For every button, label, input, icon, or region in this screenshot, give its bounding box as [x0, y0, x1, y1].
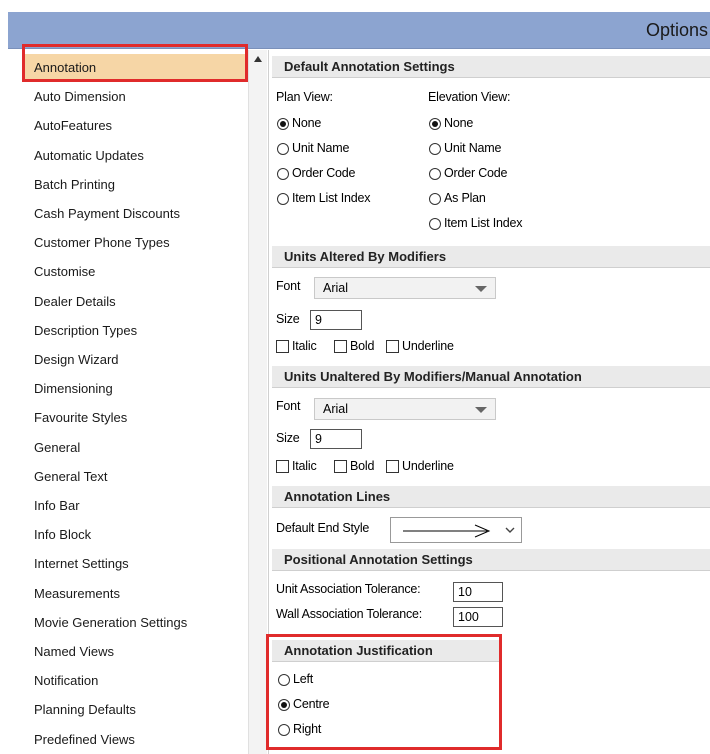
elevation-label-order-code: Order Code	[444, 166, 508, 180]
chevron-down-icon	[505, 527, 515, 533]
altered-font-value: Arial	[323, 281, 349, 295]
unaltered-font-value: Arial	[323, 402, 349, 416]
altered-font-label: Font	[276, 279, 301, 293]
annotation-lines-header: Annotation Lines	[272, 486, 710, 508]
arrow-line-icon	[403, 524, 491, 538]
wall-tolerance-field[interactable]: 100	[453, 607, 503, 627]
unaltered-bold-label: Bold	[350, 459, 375, 473]
sidebar-item-batch-printing[interactable]: Batch Printing	[22, 171, 248, 199]
units-unaltered-header: Units Unaltered By Modifiers/Manual Anno…	[272, 366, 710, 388]
sidebar-item-description-types[interactable]: Description Types	[22, 317, 248, 345]
sidebar-item-measurements[interactable]: Measurements	[22, 580, 248, 608]
plan-view-label: Plan View:	[276, 90, 333, 104]
plan-radio-item-list-index[interactable]	[277, 193, 289, 205]
unaltered-bold-checkbox[interactable]	[334, 460, 347, 473]
sidebar-item-general[interactable]: General	[22, 434, 248, 462]
elevation-radio-item-list-index[interactable]	[429, 218, 441, 230]
plan-radio-none[interactable]	[277, 118, 289, 130]
sidebar-item-notification[interactable]: Notification	[22, 667, 248, 695]
sidebar-item-internet-settings[interactable]: Internet Settings	[22, 550, 248, 578]
elevation-radio-none[interactable]	[429, 118, 441, 130]
elevation-view-label: Elevation View:	[428, 90, 511, 104]
altered-bold-label: Bold	[350, 339, 375, 353]
justification-highlight	[266, 634, 502, 750]
altered-italic-checkbox[interactable]	[276, 340, 289, 353]
sidebar-item-auto-dimension[interactable]: Auto Dimension	[22, 83, 248, 111]
scroll-up-arrow-icon[interactable]	[249, 50, 267, 68]
sidebar-item-movie-generation-settings[interactable]: Movie Generation Settings	[22, 609, 248, 637]
unaltered-font-combo[interactable]: Arial	[314, 398, 496, 420]
sidebar-item-general-text[interactable]: General Text	[22, 463, 248, 491]
sidebar-item-automatic-updates[interactable]: Automatic Updates	[22, 142, 248, 170]
unaltered-underline-label: Underline	[402, 459, 454, 473]
sidebar-item-autofeatures[interactable]: AutoFeatures	[22, 112, 248, 140]
background-window-strip	[0, 0, 710, 12]
sidebar-item-planning-defaults[interactable]: Planning Defaults	[22, 696, 248, 724]
positional-header: Positional Annotation Settings	[272, 549, 710, 571]
sidebar-item-info-bar[interactable]: Info Bar	[22, 492, 248, 520]
unaltered-size-label: Size	[276, 431, 300, 445]
unaltered-italic-label: Italic	[292, 459, 317, 473]
unit-tolerance-label: Unit Association Tolerance:	[276, 582, 421, 596]
selected-category-highlight	[22, 44, 248, 82]
plan-label-none: None	[292, 116, 322, 130]
elevation-label-none: None	[444, 116, 474, 130]
chevron-down-icon	[475, 407, 487, 413]
sidebar-item-design-wizard[interactable]: Design Wizard	[22, 346, 248, 374]
default-annotation-header: Default Annotation Settings	[272, 56, 710, 78]
wall-tolerance-label: Wall Association Tolerance:	[276, 607, 423, 621]
altered-italic-label: Italic	[292, 339, 317, 353]
altered-size-label: Size	[276, 312, 300, 326]
unaltered-size-field[interactable]: 9	[310, 429, 362, 449]
elevation-label-item-list-index: Item List Index	[444, 216, 523, 230]
sidebar-item-customise[interactable]: Customise	[22, 258, 248, 286]
elevation-label-as-plan: As Plan	[444, 191, 486, 205]
elevation-radio-order-code[interactable]	[429, 168, 441, 180]
sidebar-item-predefined-views[interactable]: Predefined Views	[22, 726, 248, 754]
altered-bold-checkbox[interactable]	[334, 340, 347, 353]
plan-label-item-list-index: Item List Index	[292, 191, 371, 205]
sidebar-item-dimensioning[interactable]: Dimensioning	[22, 375, 248, 403]
plan-label-order-code: Order Code	[292, 166, 356, 180]
unit-tolerance-field[interactable]: 10	[453, 582, 503, 602]
sidebar-item-named-views[interactable]: Named Views	[22, 638, 248, 666]
unaltered-underline-checkbox[interactable]	[386, 460, 399, 473]
plan-label-unit-name: Unit Name	[292, 141, 350, 155]
end-style-label: Default End Style	[276, 521, 370, 535]
altered-underline-checkbox[interactable]	[386, 340, 399, 353]
window-title: Options	[645, 20, 708, 40]
sidebar-item-customer-phone-types[interactable]: Customer Phone Types	[22, 229, 248, 257]
sidebar-item-favourite-styles[interactable]: Favourite Styles	[22, 404, 248, 432]
plan-radio-unit-name[interactable]	[277, 143, 289, 155]
elevation-radio-unit-name[interactable]	[429, 143, 441, 155]
unaltered-font-label: Font	[276, 399, 301, 413]
sidebar-item-info-block[interactable]: Info Block	[22, 521, 248, 549]
options-category-list[interactable]: Annotation Auto Dimension AutoFeatures Auto…	[22, 50, 269, 754]
sidebar-item-dealer-details[interactable]: Dealer Details	[22, 288, 248, 316]
end-style-combo[interactable]	[390, 517, 522, 543]
altered-size-field[interactable]: 9	[310, 310, 362, 330]
altered-underline-label: Underline	[402, 339, 454, 353]
elevation-label-unit-name: Unit Name	[444, 141, 502, 155]
sidebar-item-cash-payment-discounts[interactable]: Cash Payment Discounts	[22, 200, 248, 228]
units-altered-header: Units Altered By Modifiers	[272, 246, 710, 268]
altered-font-combo[interactable]: Arial	[314, 277, 496, 299]
elevation-radio-as-plan[interactable]	[429, 193, 441, 205]
category-scrollbar[interactable]	[248, 50, 267, 754]
plan-radio-order-code[interactable]	[277, 168, 289, 180]
chevron-down-icon	[475, 286, 487, 292]
unaltered-italic-checkbox[interactable]	[276, 460, 289, 473]
